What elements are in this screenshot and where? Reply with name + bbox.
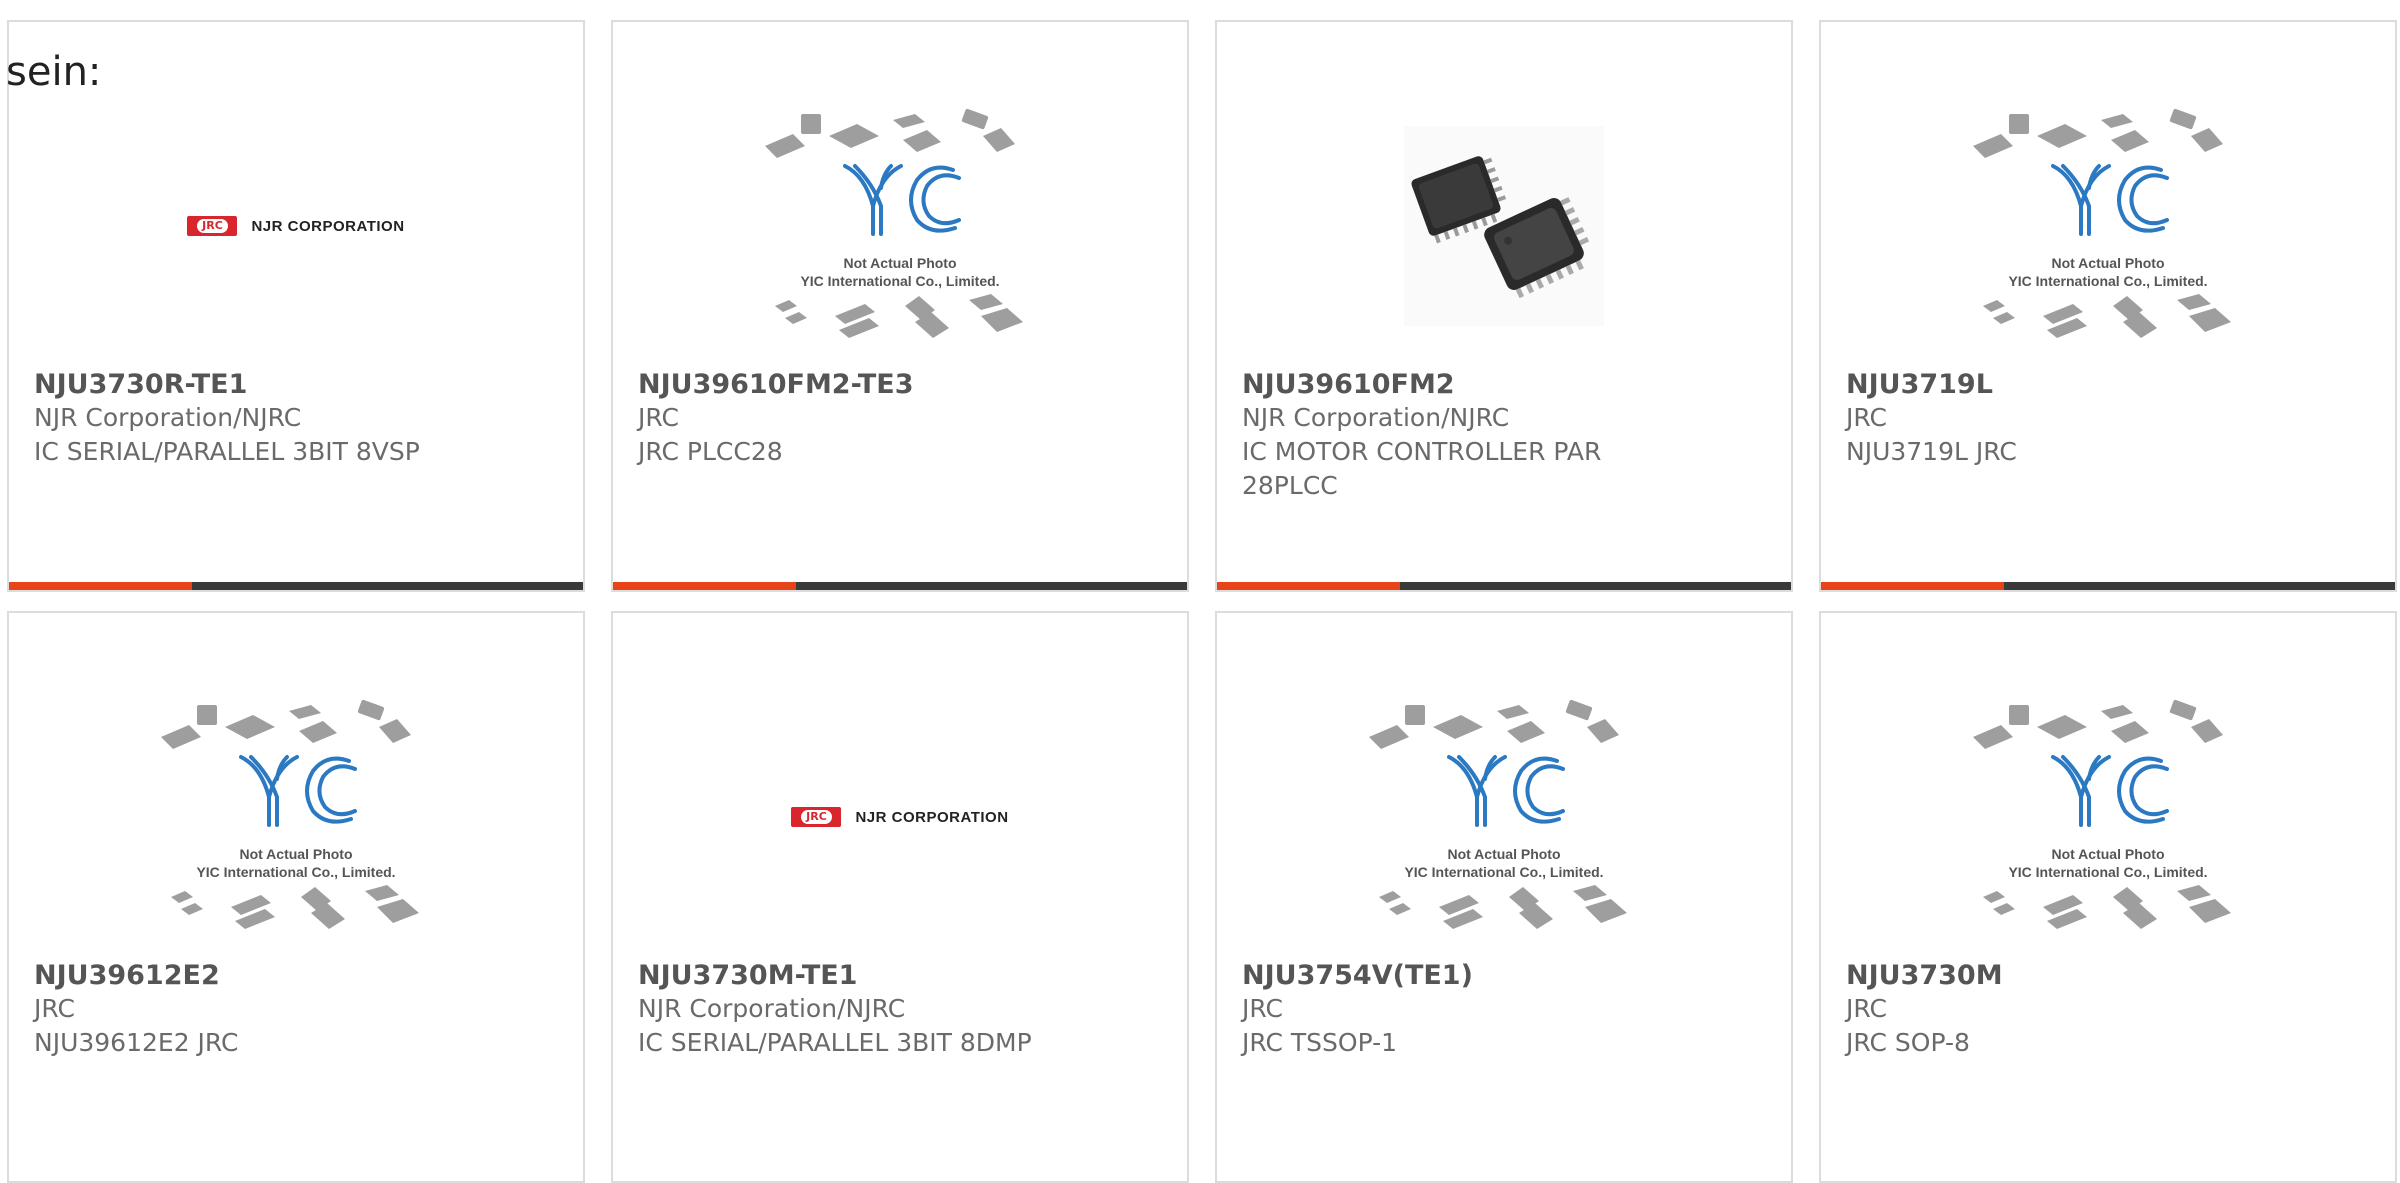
- chip-collage-icon: [765, 108, 1023, 338]
- njr-corporation-logo: JRC NJR CORPORATION: [187, 216, 404, 236]
- description: IC SERIAL/PARALLEL 3BIT 8DMP: [638, 1028, 1032, 1057]
- chip-collage-icon: [161, 699, 419, 929]
- description: NJU3719L JRC: [1846, 437, 2017, 466]
- card-bottom-bar: [9, 582, 583, 590]
- product-card[interactable]: Not Actual Photo YIC International Co., L…: [7, 611, 585, 1183]
- plcc-chip-photo: [1404, 126, 1604, 326]
- intro-text: sein:: [6, 49, 102, 95]
- description: JRC PLCC28: [638, 437, 783, 466]
- manufacturer: JRC: [1846, 994, 1887, 1023]
- part-number-link[interactable]: NJU3730R-TE1: [34, 368, 558, 401]
- manufacturer: NJR Corporation/NJRC: [34, 403, 302, 432]
- placeholder-caption: Not Actual Photo: [843, 255, 957, 271]
- description: JRC SOP-8: [1846, 1028, 1970, 1057]
- description: NJU39612E2 JRC: [34, 1028, 239, 1057]
- not-actual-photo-placeholder: Not Actual Photo YIC International Co., L…: [151, 697, 441, 937]
- manufacturer: JRC: [34, 994, 75, 1023]
- product-image[interactable]: [1217, 76, 1791, 376]
- card-bottom-bar: [613, 582, 1187, 590]
- product-card[interactable]: Not Actual Photo YIC International Co., L…: [611, 20, 1189, 592]
- manufacturer: NJR Corporation/NJRC: [1242, 403, 1510, 432]
- product-image[interactable]: JRC NJR CORPORATION: [613, 667, 1187, 967]
- placeholder-caption: Not Actual Photo: [239, 846, 353, 862]
- manufacturer: JRC: [1846, 403, 1887, 432]
- part-number-link[interactable]: NJU3730M: [1846, 959, 2370, 992]
- not-actual-photo-placeholder: Not Actual Photo YIC International Co., L…: [1963, 106, 2253, 346]
- placeholder-caption: YIC International Co., Limited.: [2008, 273, 2208, 289]
- placeholder-caption: YIC International Co., Limited.: [1404, 864, 1604, 880]
- product-grid: JRC NJR CORPORATION NJU3730R-TE1 NJR Cor…: [0, 0, 2400, 1183]
- not-actual-photo-placeholder: Not Actual Photo YIC International Co., L…: [1359, 697, 1649, 937]
- part-number-link[interactable]: NJU3754V(TE1): [1242, 959, 1766, 992]
- part-number-link[interactable]: NJU39612E2: [34, 959, 558, 992]
- manufacturer: NJR Corporation/NJRC: [638, 994, 906, 1023]
- product-image[interactable]: Not Actual Photo YIC International Co., L…: [1821, 667, 2395, 967]
- product-card[interactable]: NJU39610FM2 NJR Corporation/NJRC IC MOTO…: [1215, 20, 1793, 592]
- product-card[interactable]: JRC NJR CORPORATION NJU3730M-TE1 NJR Cor…: [611, 611, 1189, 1183]
- part-number-link[interactable]: NJU39610FM2: [1242, 368, 1766, 401]
- not-actual-photo-placeholder: Not Actual Photo YIC International Co., L…: [755, 106, 1045, 346]
- manufacturer: JRC: [1242, 994, 1283, 1023]
- description: IC MOTOR CONTROLLER PAR 28PLCC: [1242, 437, 1602, 500]
- product-card[interactable]: Not Actual Photo YIC International Co., L…: [1819, 611, 2397, 1183]
- product-card[interactable]: Not Actual Photo YIC International Co., L…: [1215, 611, 1793, 1183]
- manufacturer: JRC: [638, 403, 679, 432]
- product-image[interactable]: Not Actual Photo YIC International Co., L…: [1217, 667, 1791, 967]
- placeholder-caption: Not Actual Photo: [1447, 846, 1561, 862]
- njr-corporation-logo: JRC NJR CORPORATION: [791, 807, 1008, 827]
- part-number-link[interactable]: NJU3730M-TE1: [638, 959, 1162, 992]
- product-image[interactable]: Not Actual Photo YIC International Co., L…: [1821, 76, 2395, 376]
- placeholder-caption: Not Actual Photo: [2051, 846, 2165, 862]
- placeholder-caption: YIC International Co., Limited.: [800, 273, 1000, 289]
- product-image[interactable]: Not Actual Photo YIC International Co., L…: [613, 76, 1187, 376]
- placeholder-caption: Not Actual Photo: [2051, 255, 2165, 271]
- description: JRC TSSOP-1: [1242, 1028, 1398, 1057]
- placeholder-caption: YIC International Co., Limited.: [196, 864, 396, 880]
- description: IC SERIAL/PARALLEL 3BIT 8VSP: [34, 437, 420, 466]
- product-card[interactable]: Not Actual Photo YIC International Co., L…: [1819, 20, 2397, 592]
- part-number-link[interactable]: NJU3719L: [1846, 368, 2370, 401]
- part-number-link[interactable]: NJU39610FM2-TE3: [638, 368, 1162, 401]
- placeholder-caption: YIC International Co., Limited.: [2008, 864, 2208, 880]
- chip-collage-icon: [1973, 699, 2231, 929]
- chip-collage-icon: [1973, 108, 2231, 338]
- card-bottom-bar: [1217, 582, 1791, 590]
- card-bottom-bar: [1821, 582, 2395, 590]
- not-actual-photo-placeholder: Not Actual Photo YIC International Co., L…: [1963, 697, 2253, 937]
- product-card[interactable]: JRC NJR CORPORATION NJU3730R-TE1 NJR Cor…: [7, 20, 585, 592]
- product-image[interactable]: Not Actual Photo YIC International Co., L…: [9, 667, 583, 967]
- chip-collage-icon: [1369, 699, 1627, 929]
- product-image[interactable]: JRC NJR CORPORATION: [9, 76, 583, 376]
